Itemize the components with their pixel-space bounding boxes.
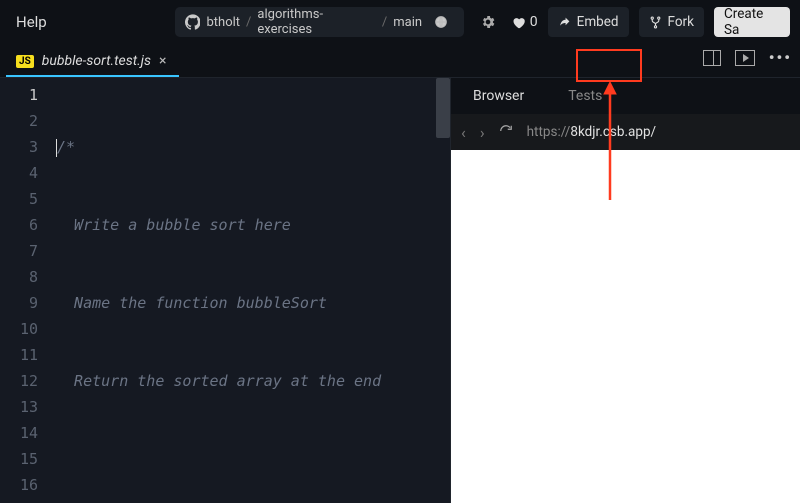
editor-toolbar: ••• <box>703 48 792 67</box>
reload-icon[interactable] <box>499 123 513 142</box>
url-scheme: https:// <box>527 124 571 140</box>
split-view-icon[interactable] <box>703 50 721 66</box>
url-field[interactable]: https://8kdjr.csb.app/ <box>527 124 790 140</box>
sep: / <box>382 15 387 30</box>
settings-icon[interactable] <box>476 9 501 35</box>
repo-owner: btholt <box>206 15 240 30</box>
line-gutter: 12345678910111213141516 <box>0 78 48 498</box>
tab-tests[interactable]: Tests <box>546 78 624 114</box>
likes-count: 0 <box>530 14 538 30</box>
create-sandbox-button[interactable]: Create Sa <box>714 7 790 37</box>
fork-label: Fork <box>668 14 694 30</box>
url-host: 8kdjr.csb.app/ <box>570 124 656 140</box>
nav-forward-icon[interactable]: › <box>480 123 485 142</box>
more-icon[interactable]: ••• <box>769 48 792 67</box>
embed-label: Embed <box>577 14 619 30</box>
editor-tabbar: JS bubble-sort.test.js × ••• <box>0 44 800 78</box>
preview-pane: Browser Tests ‹ › https://8kdjr.csb.app/ <box>450 78 800 503</box>
file-tab-name: bubble-sort.test.js <box>42 53 151 69</box>
scrollbar[interactable] <box>436 78 450 138</box>
tab-browser[interactable]: Browser <box>451 78 546 114</box>
file-tab[interactable]: JS bubble-sort.test.js × <box>6 47 179 77</box>
preview-tabs: Browser Tests <box>451 78 800 114</box>
top-actions: 0 Embed Fork Create Sa <box>476 7 790 37</box>
main: 12345678910111213141516 /* Write a bubbl… <box>0 78 800 503</box>
sep: / <box>246 15 251 30</box>
address-bar: ‹ › https://8kdjr.csb.app/ <box>451 114 800 150</box>
fork-button[interactable]: Fork <box>639 7 704 37</box>
repo-name: algorithms-exercises <box>257 7 375 37</box>
run-icon[interactable] <box>735 50 755 66</box>
preview-content <box>451 150 800 503</box>
create-label: Create Sa <box>724 6 780 38</box>
fork-icon <box>649 16 662 29</box>
repo-branch: main <box>393 15 422 30</box>
repo-pill[interactable]: btholt / algorithms-exercises / main <box>175 7 464 37</box>
heart-icon <box>511 15 526 30</box>
topbar: Help btholt / algorithms-exercises / mai… <box>0 0 800 44</box>
code-editor[interactable]: 12345678910111213141516 /* Write a bubbl… <box>0 78 450 503</box>
visibility-icon <box>428 15 454 29</box>
likes[interactable]: 0 <box>511 14 538 30</box>
close-icon[interactable]: × <box>159 53 166 69</box>
embed-button[interactable]: Embed <box>548 7 629 37</box>
share-icon <box>558 16 571 29</box>
github-icon <box>185 14 201 30</box>
code-content: /* Write a bubble sort here Name the fun… <box>56 82 450 503</box>
nav-back-icon[interactable]: ‹ <box>461 123 466 142</box>
js-badge-icon: JS <box>16 55 34 68</box>
help-menu[interactable]: Help <box>10 9 53 35</box>
